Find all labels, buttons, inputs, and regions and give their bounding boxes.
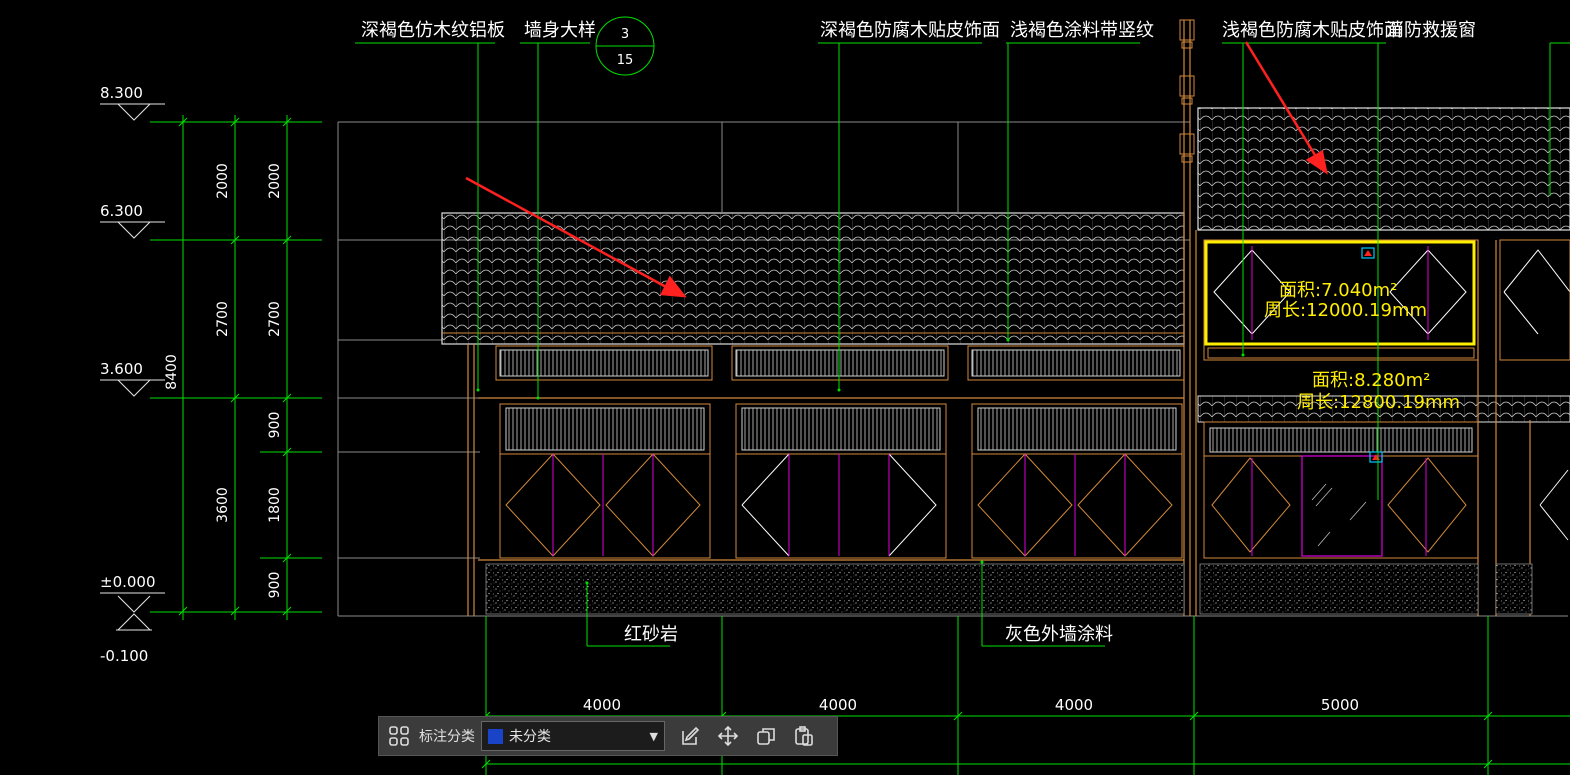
stone-base-edge	[1495, 563, 1533, 615]
right-roof-tiles	[1197, 107, 1570, 231]
dim-col1-1: 2700	[215, 301, 231, 337]
chevron-down-icon[interactable]: ▼	[650, 730, 658, 743]
bay-dim-2: 4000	[819, 696, 857, 714]
cad-drawing-canvas[interactable]: 8.300 6.300 3.600 ±0.000 -0.100 8400 200…	[0, 0, 1570, 775]
dim-total-height: 8400	[164, 354, 180, 390]
callout-fire-rescue-window: 消防救援窗	[1386, 20, 1476, 41]
grid-apps-icon[interactable]	[379, 717, 419, 755]
move-icon[interactable]	[709, 717, 747, 755]
paste-icon[interactable]	[785, 717, 823, 755]
grip-marker-2	[1372, 454, 1380, 460]
bay-2	[731, 345, 949, 559]
dim-col2-2: 900	[267, 412, 283, 439]
bay-dim-1: 4000	[583, 696, 621, 714]
measure-1-perimeter: 周长:12000.19mm	[1264, 300, 1427, 321]
callout-red-sandstone: 红砂岩	[624, 624, 678, 645]
detail-ref-number: 3	[621, 27, 629, 42]
elevation-label-3600: 3.600	[100, 360, 143, 378]
annotation-category-select[interactable]: 未分类 ▼	[481, 721, 665, 751]
elevation-label-minus0100: -0.100	[100, 647, 148, 665]
measure-2-perimeter: 周长:12800.19mm	[1297, 392, 1460, 413]
callout-light-paint-stripes: 浅褐色涂料带竖纹	[1010, 20, 1154, 41]
elevation-label-8300: 8.300	[100, 84, 143, 102]
bay-dim-4: 5000	[1321, 696, 1359, 714]
elevation-label-0000: ±0.000	[100, 573, 156, 591]
grip-marker-1	[1364, 250, 1372, 256]
dim-col1-2: 3600	[215, 487, 231, 523]
bay-3	[967, 345, 1185, 559]
post-brackets	[1179, 19, 1195, 163]
elevation-label-6300: 6.300	[100, 202, 143, 220]
category-color-swatch	[488, 728, 503, 744]
dim-col2-3: 1800	[267, 487, 283, 523]
callout-aluminum-panel: 深褐色仿木纹铝板	[361, 20, 505, 41]
left-roof-tiles	[441, 212, 1185, 345]
dim-col2-1: 2700	[267, 301, 283, 337]
annotation-category-label: 标注分类	[419, 729, 475, 745]
fire-rescue-window	[1301, 455, 1383, 557]
detail-ref-sheet: 15	[617, 53, 634, 68]
stone-base-right	[1199, 563, 1479, 615]
measure-1-area: 面积:7.040m²	[1279, 280, 1397, 301]
copy-icon[interactable]	[747, 717, 785, 755]
callout-grey-paint: 灰色外墙涂料	[1005, 624, 1113, 645]
annotation-toolbar: 标注分类 未分类 ▼	[378, 716, 838, 756]
category-selected-value: 未分类	[509, 729, 551, 745]
callout-dark-wood-veneer: 深褐色防腐木贴皮饰面	[820, 20, 1000, 41]
dim-col2-0: 2000	[267, 163, 283, 199]
stone-base-left	[485, 563, 1185, 615]
bay-dim-3: 4000	[1055, 696, 1093, 714]
measure-2-area: 面积:8.280m²	[1312, 370, 1430, 391]
dim-col1-0: 2000	[215, 163, 231, 199]
bay-1	[495, 345, 713, 559]
callout-light-wood-veneer: 浅褐色防腐木贴皮饰面	[1222, 20, 1402, 41]
dim-col2-4: 900	[267, 572, 283, 599]
edit-icon[interactable]	[671, 717, 709, 755]
callout-wall-detail: 墙身大样	[524, 20, 596, 41]
